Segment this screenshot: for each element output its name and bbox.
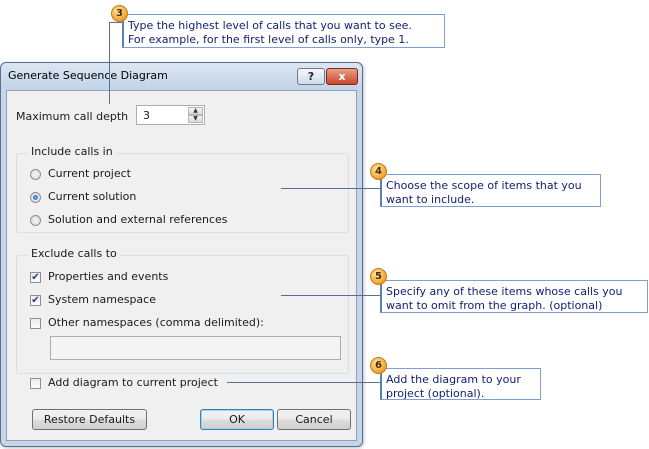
title-bar[interactable]: Generate Sequence Diagram ? x [1, 63, 362, 89]
callout-3-line-1: Type the highest level of calls that you… [128, 19, 412, 32]
callout-5-line-2: want to omit from the graph. (optional) [386, 299, 603, 312]
callout-4-line-2: want to include. [386, 193, 475, 206]
max-call-depth-value[interactable]: 3 [143, 109, 150, 122]
radio-current-project-label[interactable]: Current project [48, 167, 131, 180]
checkbox-add-diagram-label[interactable]: Add diagram to current project [48, 376, 218, 389]
stepper-buttons: ▲ ▼ [188, 107, 203, 123]
callout-3-line-2: For example, for the first level of call… [128, 33, 409, 46]
callout-4-badge: 4 [370, 163, 387, 180]
checkbox-system-namespace[interactable]: ✔ [30, 295, 41, 306]
ok-button[interactable]: OK [200, 409, 274, 430]
checkbox-other-namespaces[interactable] [30, 318, 41, 329]
checkbox-system-namespace-label[interactable]: System namespace [48, 293, 156, 306]
callout-3: Type the highest level of calls that you… [122, 14, 445, 48]
exclude-calls-group-title: Exclude calls to [28, 247, 120, 260]
help-button[interactable]: ? [297, 68, 325, 85]
radio-current-project[interactable] [30, 169, 41, 180]
checkbox-properties-and-events-label[interactable]: Properties and events [48, 270, 168, 283]
callout-4: Choose the scope of items that you want … [380, 174, 601, 207]
callout-3-leader-top [109, 22, 123, 23]
restore-defaults-button[interactable]: Restore Defaults [32, 409, 147, 430]
callout-6-badge: 6 [370, 357, 387, 374]
checkbox-properties-and-events[interactable]: ✔ [30, 272, 41, 283]
max-call-depth-label: Maximum call depth [16, 110, 129, 123]
callout-5-leader [281, 295, 381, 296]
dialog-title: Generate Sequence Diagram [8, 69, 168, 82]
checkbox-add-diagram[interactable] [30, 378, 41, 389]
callout-4-leader [281, 188, 381, 189]
close-button[interactable]: x [326, 68, 358, 85]
checkbox-other-namespaces-label[interactable]: Other namespaces (comma delimited): [48, 316, 264, 329]
radio-solution-and-external[interactable] [30, 215, 41, 226]
include-calls-group-title: Include calls in [28, 145, 116, 158]
radio-current-solution[interactable] [30, 192, 41, 203]
other-namespaces-input[interactable] [50, 336, 341, 360]
max-call-depth-stepper[interactable]: 3 ▲ ▼ [136, 105, 205, 125]
generate-sequence-diagram-dialog: Generate Sequence Diagram ? x Maximum ca… [0, 62, 363, 447]
callout-6-leader [227, 382, 381, 383]
radio-current-solution-label[interactable]: Current solution [48, 190, 136, 203]
cancel-button[interactable]: Cancel [277, 409, 351, 430]
callout-4-line-1: Choose the scope of items that you [386, 179, 582, 192]
callout-3-leader [109, 22, 110, 104]
callout-5: Specify any of these items whose calls y… [380, 280, 648, 313]
callout-6: Add the diagram to your project (optiona… [380, 368, 541, 400]
callout-5-line-1: Specify any of these items whose calls y… [386, 285, 623, 298]
callout-6-line-1: Add the diagram to your [386, 373, 521, 386]
close-icon: x [338, 70, 346, 83]
dialog-client-area: Maximum call depth 3 ▲ ▼ Include calls i… [6, 90, 357, 441]
stepper-down-icon[interactable]: ▼ [188, 115, 203, 123]
radio-solution-and-external-label[interactable]: Solution and external references [48, 213, 228, 226]
callout-3-badge: 3 [111, 5, 128, 22]
callout-5-badge: 5 [370, 268, 387, 285]
callout-6-line-2: project (optional). [386, 387, 485, 400]
stepper-up-icon[interactable]: ▲ [188, 107, 203, 115]
